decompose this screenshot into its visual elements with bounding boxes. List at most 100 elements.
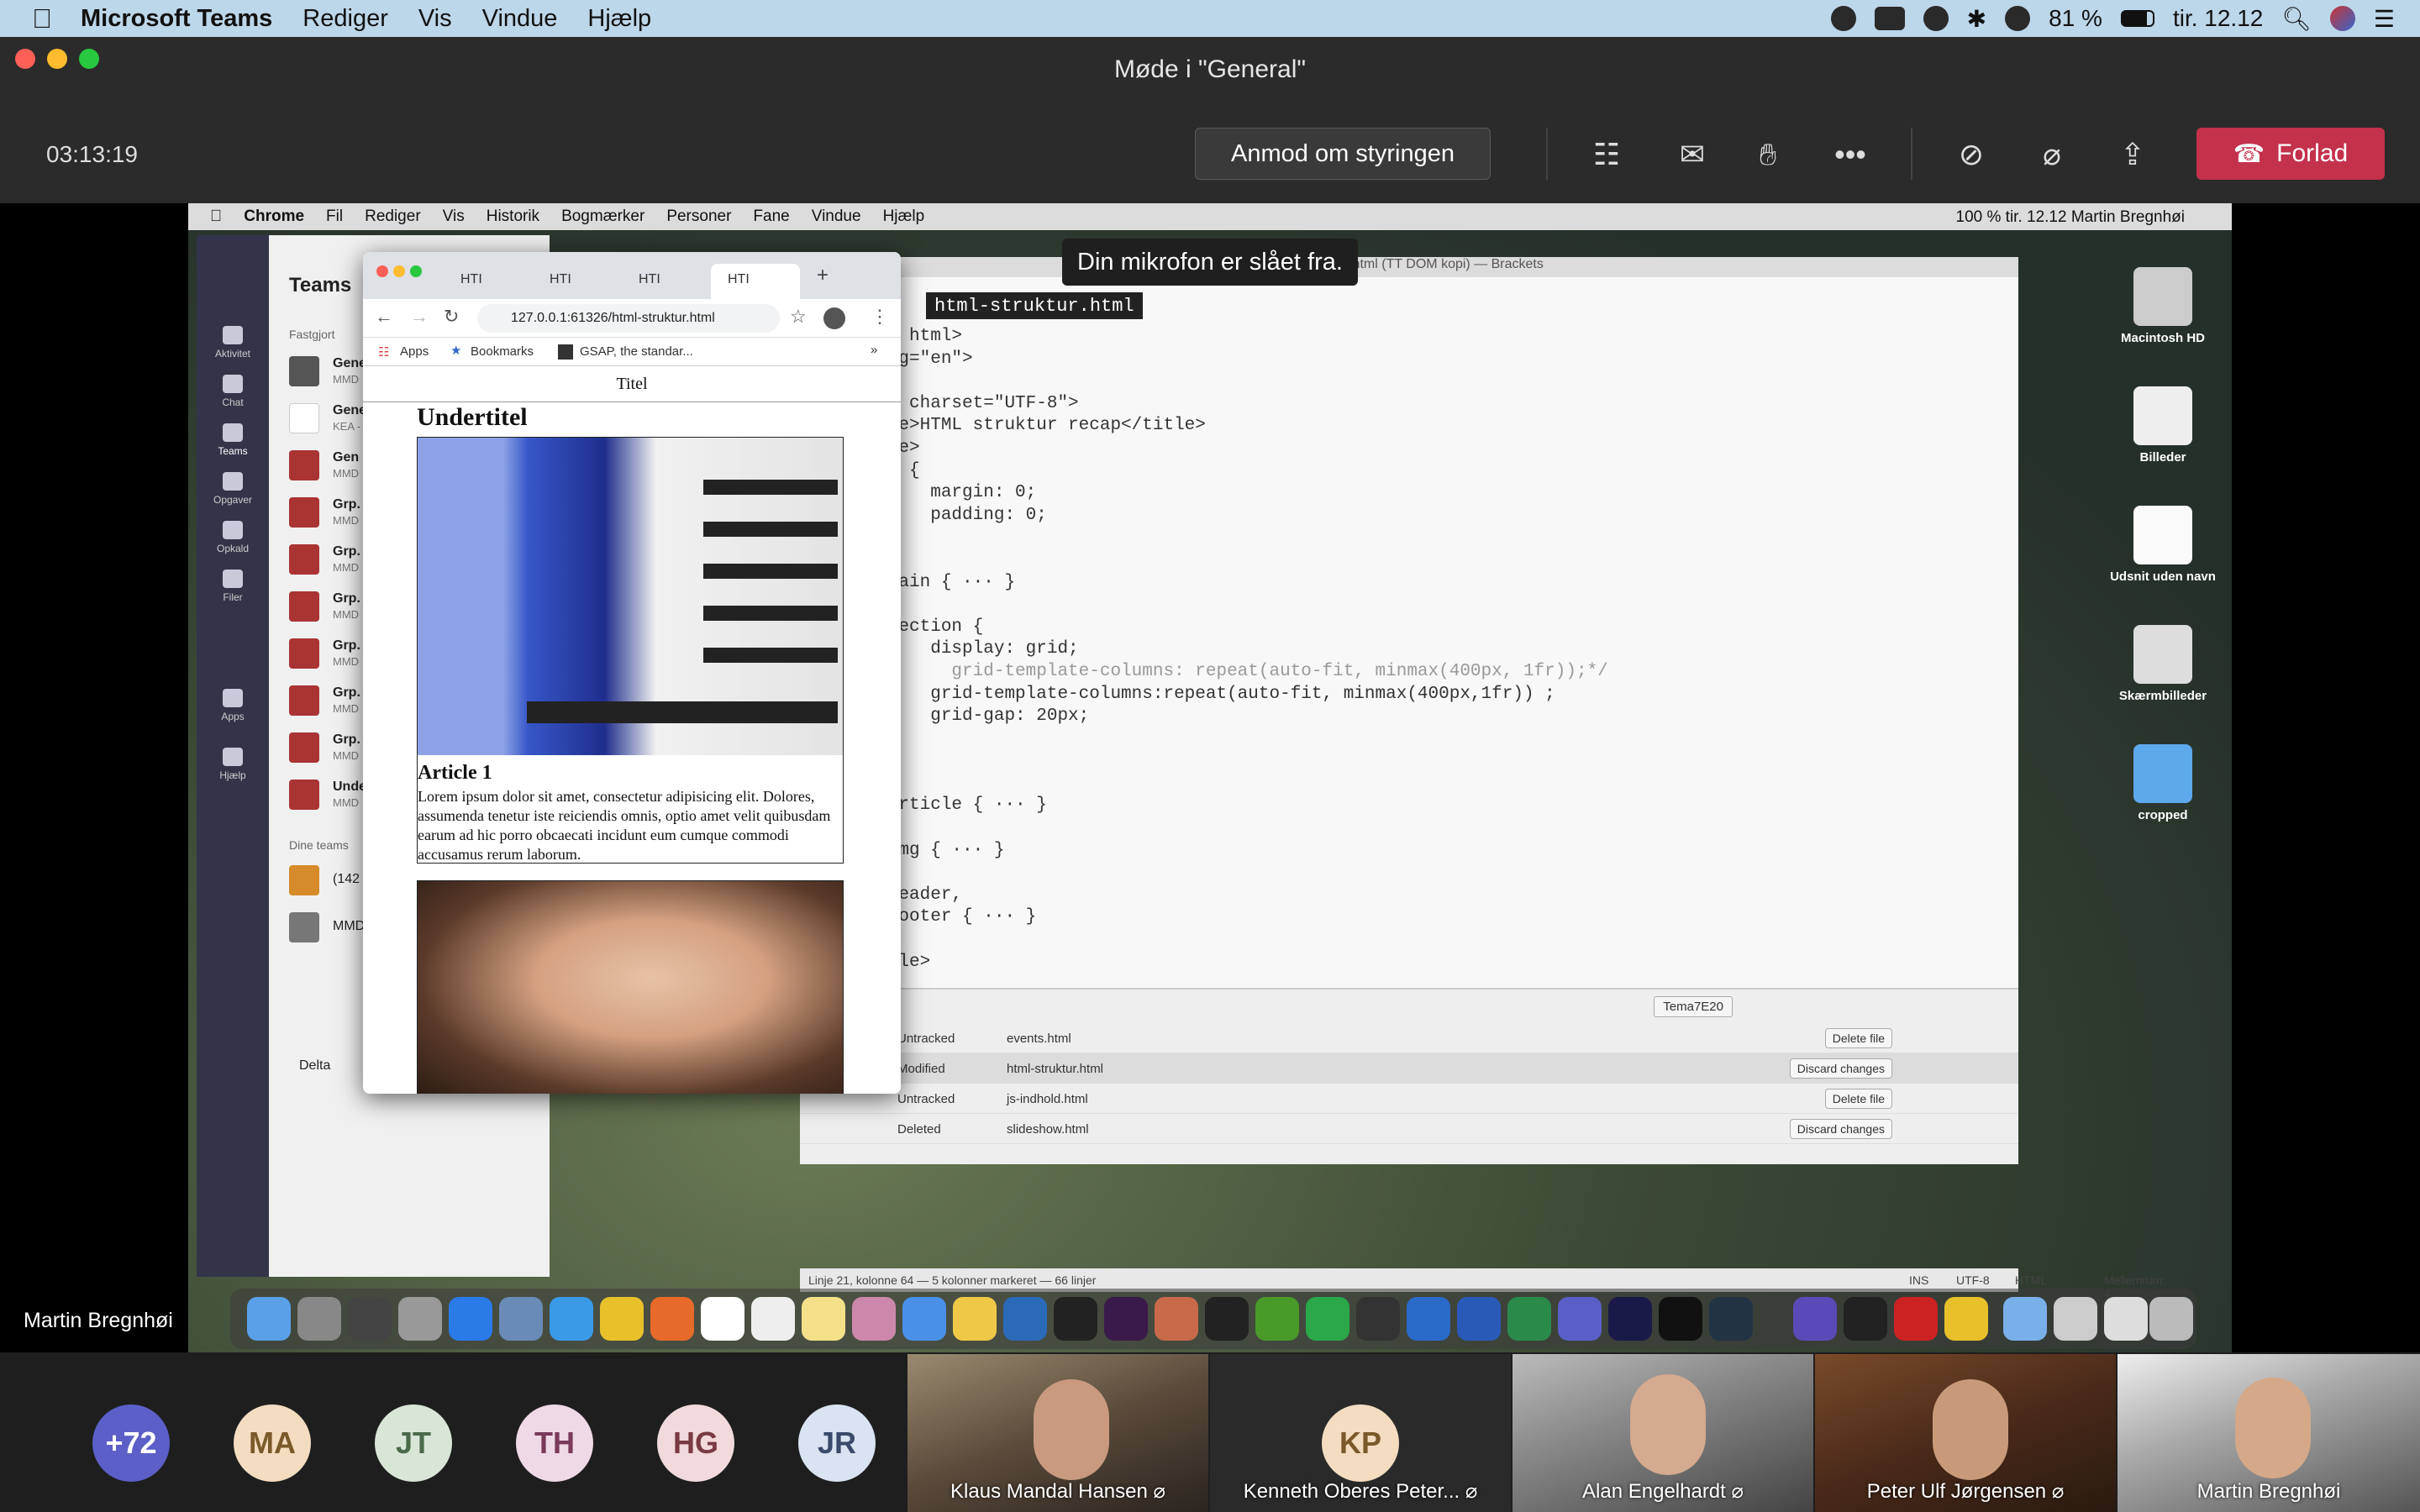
git-action: Discard changes	[1789, 1058, 1892, 1079]
outlook-icon	[1407, 1297, 1450, 1341]
word-icon	[1457, 1297, 1501, 1341]
brackets-icon	[1054, 1297, 1097, 1341]
menu-rediger[interactable]: Rediger	[302, 5, 388, 33]
participant-avatar[interactable]: MA	[234, 1404, 311, 1482]
finder-icon	[247, 1297, 291, 1341]
remote-menu-item: Fane	[741, 207, 789, 225]
code-line: grid-template-columns:repeat(auto-fit, m…	[803, 684, 1555, 704]
article-image-building	[418, 438, 843, 755]
gsap-favicon	[558, 344, 573, 360]
share-screen-icon[interactable]: ⇪	[2114, 136, 2151, 173]
calendar-icon	[701, 1297, 744, 1341]
mic-muted-icon[interactable]: ⌀	[2033, 136, 2070, 173]
bell-icon	[223, 326, 243, 344]
teams-title: Teams	[289, 274, 352, 297]
channel-title: Gen	[333, 450, 360, 465]
camera-off-icon[interactable]: ⊘	[1953, 136, 1990, 173]
team-title: (142	[333, 872, 360, 886]
team-title: MMD	[333, 919, 366, 933]
menu-vis[interactable]: Vis	[418, 5, 452, 33]
macos-dock	[230, 1289, 2196, 1349]
remote-menu-item: Vindue	[799, 207, 861, 225]
chat-icon[interactable]: ✉	[1674, 136, 1711, 173]
article-heading: Article 1	[418, 762, 492, 784]
profile-icon	[823, 307, 845, 329]
document-icon	[2133, 506, 2192, 564]
final-cut-icon	[1659, 1297, 1702, 1341]
sync-icon[interactable]	[1923, 6, 1949, 31]
code-line: }	[803, 527, 1996, 549]
chrome-tab-active: HTI	[711, 264, 800, 299]
git-row: Untracked js-indhold.html Delete file	[800, 1084, 2018, 1114]
code-line: <style>	[803, 438, 1996, 460]
git-row: Deleted slideshow.html Discard changes	[800, 1114, 2018, 1144]
participant-video[interactable]: Klaus Mandal Hansen ⌀	[908, 1354, 1208, 1512]
channel-sub: MMD	[333, 467, 360, 480]
siri-icon[interactable]	[2329, 6, 2355, 31]
phone-hangup-icon: ☎︎	[2233, 139, 2265, 168]
affinity-designer-icon	[1793, 1297, 1837, 1341]
menu-hjaelp[interactable]: Hjælp	[587, 5, 651, 33]
window-titlebar: Møde i "General"	[0, 37, 2420, 106]
bookmark-item: GSAP, the standar...	[580, 344, 693, 359]
participant-video[interactable]: Peter Ulf Jørgensen ⌀	[1815, 1354, 2116, 1512]
participant-avatar[interactable]: JT	[375, 1404, 452, 1482]
mic-muted-icon: ⌀	[1465, 1480, 1478, 1503]
code-line: footer { ··· }	[803, 907, 1037, 927]
participant-tile[interactable]: KP Kenneth Oberes Peter... ⌀	[1210, 1354, 1511, 1512]
mic-muted-icon: ⌀	[1153, 1480, 1165, 1503]
spotlight-search-icon[interactable]: 🔍︎	[2281, 5, 2312, 33]
teams-bottom-link: Delta	[299, 1058, 331, 1073]
git-action: Delete file	[1824, 1089, 1892, 1109]
raise-hand-icon[interactable]: ✋︎	[1749, 136, 1786, 173]
trash-icon	[2149, 1297, 2193, 1341]
channel-avatar	[289, 403, 319, 433]
participant-avatar[interactable]: JR	[798, 1404, 876, 1482]
excel-icon	[1507, 1297, 1551, 1341]
participant-avatar[interactable]: TH	[516, 1404, 593, 1482]
creative-cloud-icon[interactable]	[1830, 6, 1856, 31]
menubar-clock[interactable]: tir. 12.12	[2173, 5, 2263, 32]
git-file: html-struktur.html	[1007, 1062, 1104, 1076]
wifi-icon[interactable]	[2005, 6, 2031, 31]
remote-menu-item: Rediger	[352, 207, 421, 225]
participants-icon[interactable]: ☷	[1588, 136, 1625, 173]
onedrive-icon[interactable]	[1874, 7, 1905, 30]
participant-avatar-overflow[interactable]: +72	[92, 1404, 170, 1482]
more-options-icon[interactable]: •••	[1832, 136, 1869, 173]
desktop-icons: Macintosh HD Billeder Udsnit uden navn S…	[2096, 254, 2230, 909]
firefox-icon	[650, 1297, 694, 1341]
chrome-tab: HTI	[460, 272, 482, 286]
battery-percent: 81 %	[2049, 5, 2102, 31]
chrome-tab: HTI	[550, 272, 571, 286]
leave-button[interactable]: ☎︎ Forlad	[2196, 128, 2385, 180]
page-subtitle: Undertitel	[417, 403, 528, 431]
menu-vindue[interactable]: Vindue	[482, 5, 558, 33]
channel-title: Grp.	[333, 591, 360, 606]
bag-icon	[223, 472, 243, 491]
brackets-file-tab: html-struktur.html	[926, 292, 1143, 319]
battery-icon[interactable]	[2120, 10, 2154, 27]
downloads-folder-icon	[2003, 1297, 2047, 1341]
brackets-titlebar: html-struktur.html (TT DOM kopi) — Brack…	[800, 257, 2018, 277]
participant-video[interactable]: Alan Engelhardt ⌀	[1512, 1354, 1813, 1512]
menu-app-name[interactable]: Microsoft Teams	[81, 5, 272, 33]
apple-menu-icon[interactable]: 	[32, 3, 52, 34]
forward-icon: →	[410, 306, 429, 327]
control-center-icon[interactable]: ☰	[2374, 5, 2395, 33]
bluetooth-icon[interactable]: ✱	[1967, 5, 1986, 33]
piano-icon	[1844, 1297, 1887, 1341]
mission-control-icon	[348, 1297, 392, 1341]
channel-title: Grp.	[333, 638, 360, 653]
code-line: <head>	[803, 370, 1996, 393]
chrome-close-icon	[376, 265, 388, 277]
code-line: <meta charset="UTF-8">	[803, 393, 1079, 413]
chrome-tabstrip: HTI HTI HTI HTI +	[363, 252, 901, 299]
remote-menu-item: Bogmærker	[549, 207, 644, 225]
channel-avatar	[289, 591, 319, 622]
request-control-button[interactable]: Anmod om styringen	[1195, 128, 1491, 180]
participant-video[interactable]: Martin Bregnhøi	[2118, 1354, 2420, 1512]
participant-avatar[interactable]: HG	[657, 1404, 734, 1482]
rail-chat: Chat	[197, 375, 269, 408]
toolbar-divider	[1911, 128, 1912, 180]
